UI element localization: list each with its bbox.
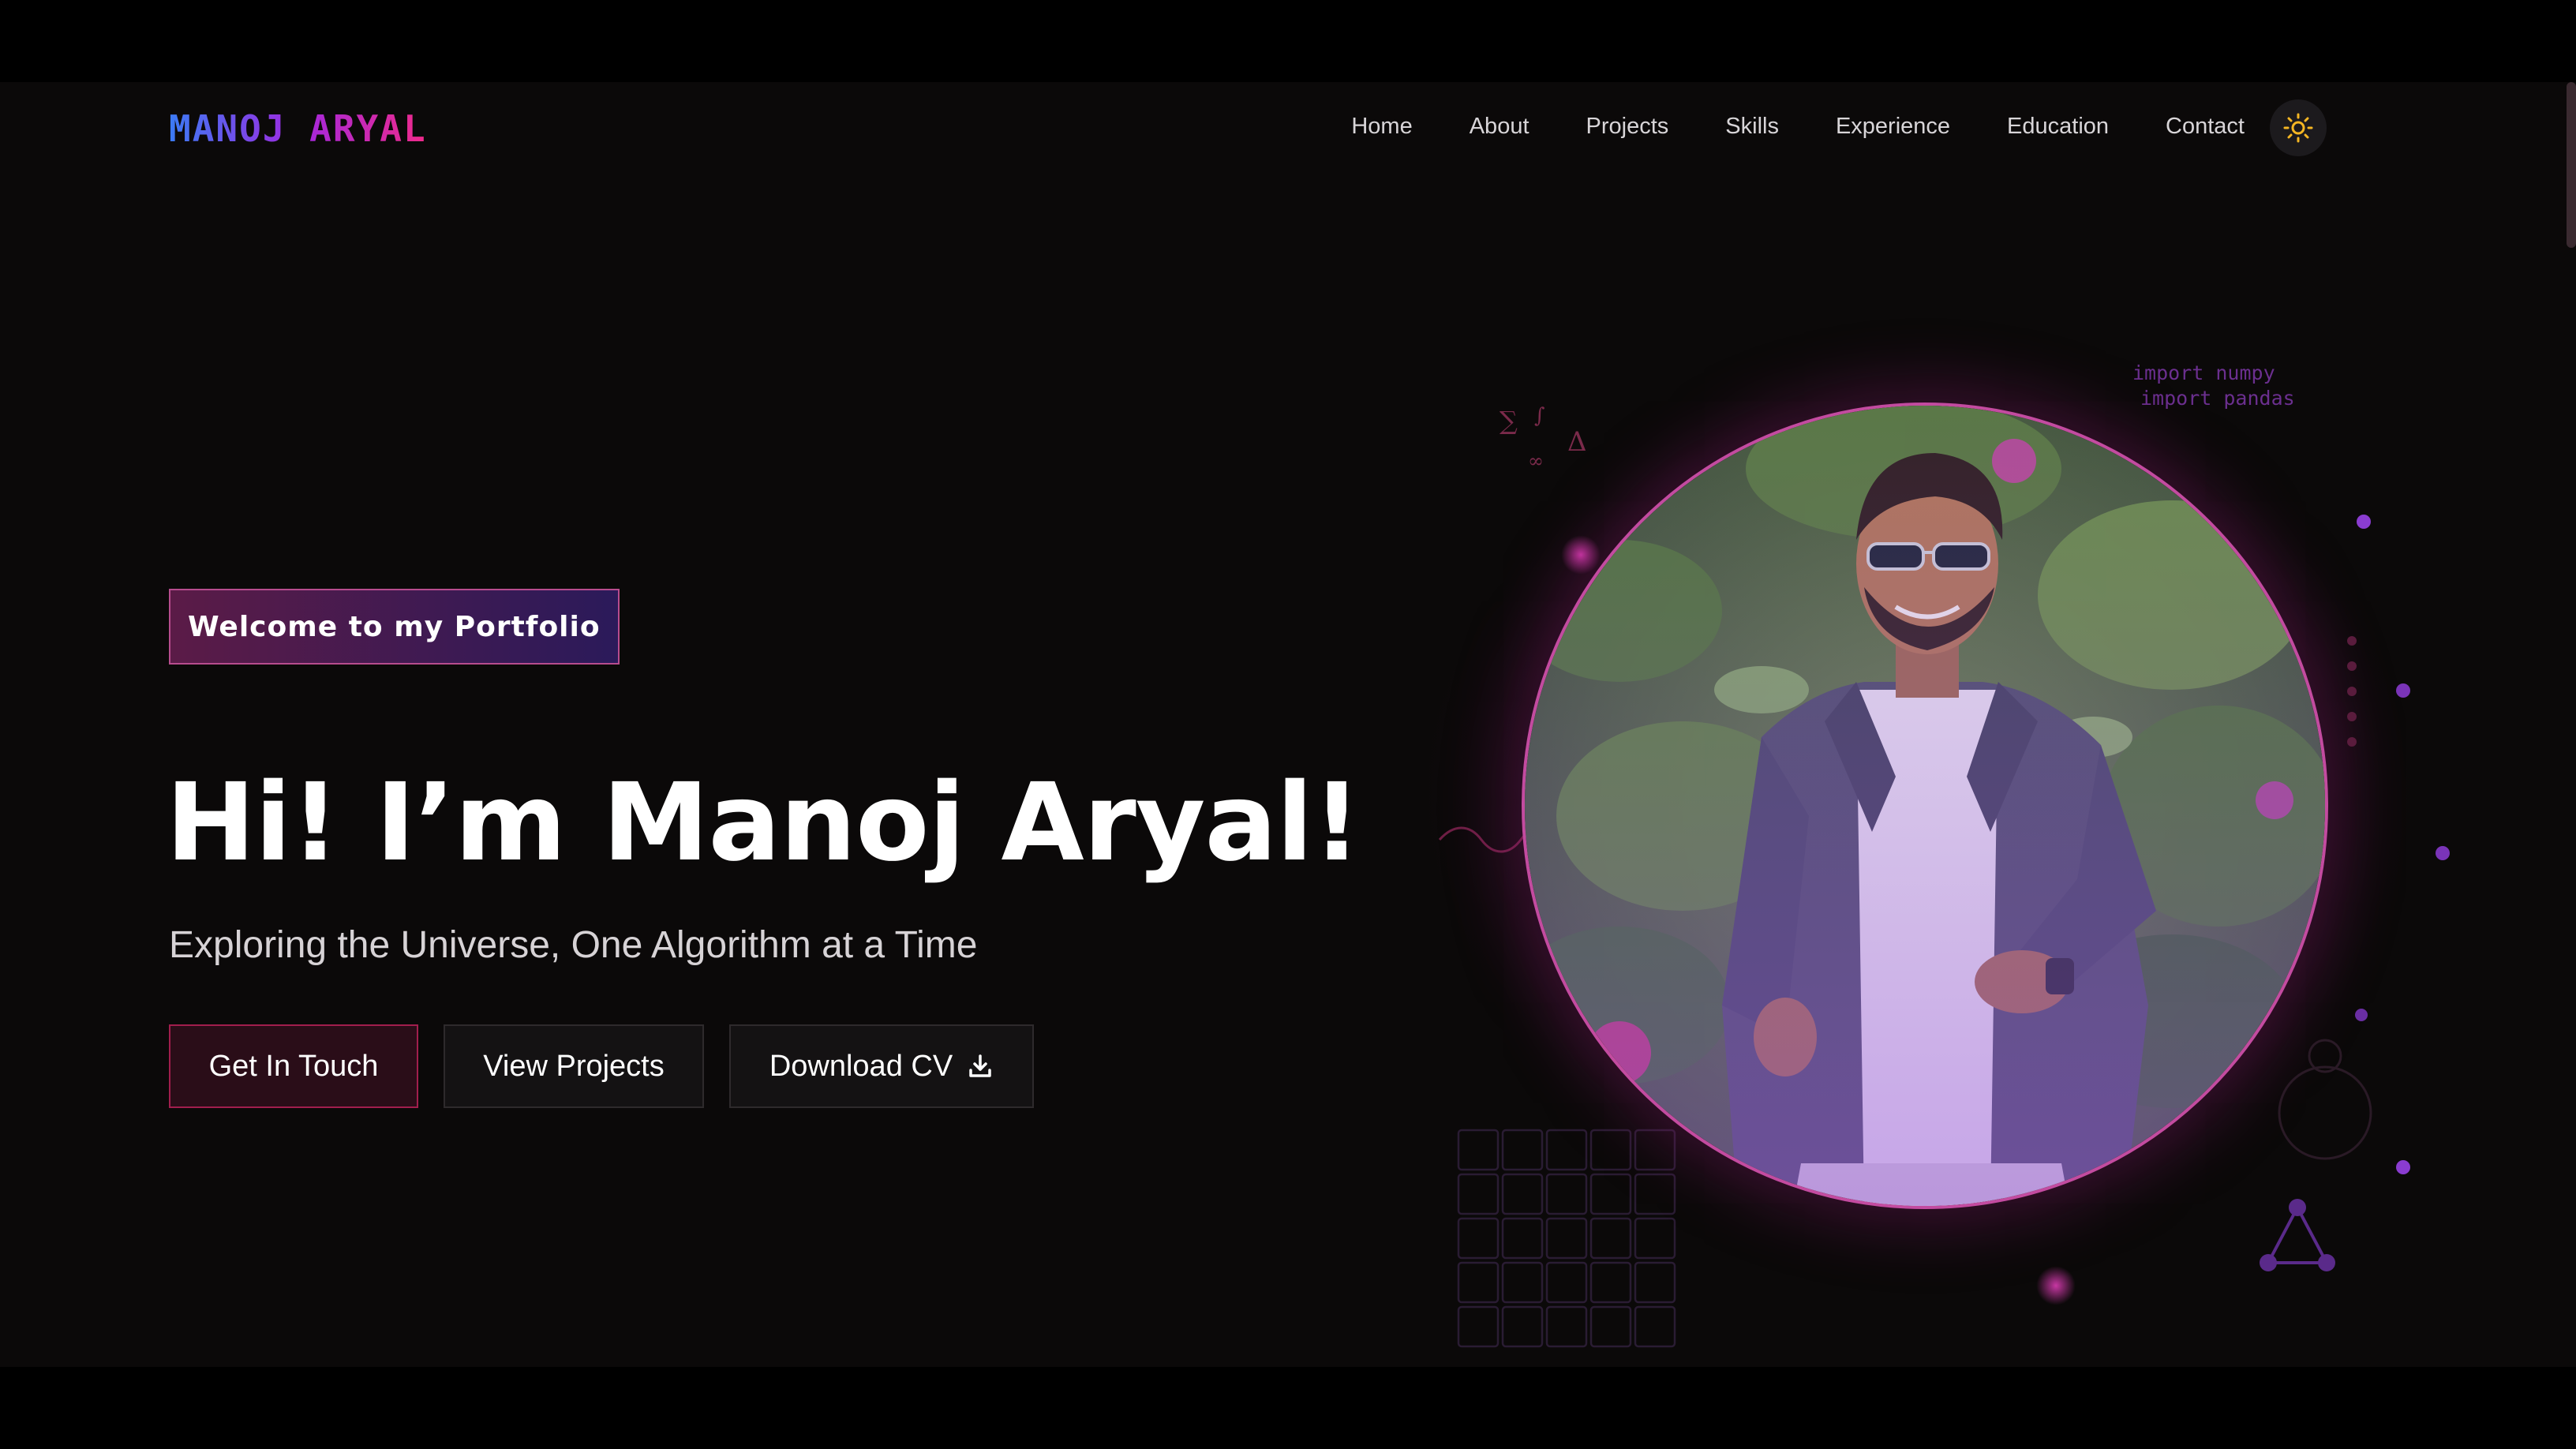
code-line-numpy: import numpy	[2132, 361, 2275, 384]
dot-decoration	[2355, 1009, 2368, 1021]
site-logo[interactable]: MANOJ ARYAL	[169, 107, 427, 150]
get-in-touch-button[interactable]: Get In Touch	[169, 1024, 418, 1108]
nav-about[interactable]: About	[1470, 114, 1530, 140]
profile-photo	[1522, 402, 2328, 1209]
sun-icon	[2283, 113, 2313, 143]
dot-decoration	[2436, 846, 2450, 860]
main-nav: Home About Projects Skills Experience Ed…	[1351, 114, 2245, 140]
download-icon	[969, 1054, 991, 1077]
scrollbar-thumb[interactable]	[2567, 82, 2576, 248]
nav-skills[interactable]: Skills	[1725, 114, 1779, 140]
dot-decoration	[2396, 1160, 2410, 1174]
delta-symbol: Δ	[1567, 426, 1587, 458]
grid-decoration	[1457, 1129, 1676, 1348]
integral-symbol: ∫	[1534, 404, 1545, 428]
dotted-line-decoration	[2347, 636, 2357, 747]
hero-tagline: Exploring the Universe, One Algorithm at…	[169, 924, 978, 966]
glow-orb	[2036, 1266, 2076, 1305]
nav-home[interactable]: Home	[1351, 114, 1412, 140]
download-cv-button[interactable]: Download CV	[729, 1024, 1034, 1108]
infinity-symbol: ∞	[1528, 450, 1544, 472]
welcome-badge-text: Welcome to my Portfolio	[188, 610, 601, 643]
nav-contact[interactable]: Contact	[2166, 114, 2245, 140]
view-projects-label: View Projects	[483, 1049, 665, 1083]
page-viewport: MANOJ ARYAL Home About Projects Skills E…	[0, 82, 2576, 1367]
nav-experience[interactable]: Experience	[1836, 114, 1950, 140]
hero-title: Hi! I’m Manoj Aryal!	[166, 761, 1361, 886]
dot-decoration	[2396, 683, 2410, 698]
network-triangle-decoration	[2260, 1199, 2335, 1271]
theme-toggle-button[interactable]	[2270, 99, 2327, 156]
nav-education[interactable]: Education	[2007, 114, 2109, 140]
code-line-pandas: import pandas	[2140, 387, 2295, 410]
glow-orb	[1561, 535, 1601, 575]
sigma-symbol: ∑	[1500, 406, 1518, 436]
scrollbar[interactable]	[2567, 82, 2576, 1367]
download-cv-label: Download CV	[769, 1049, 953, 1083]
nav-projects[interactable]: Projects	[1586, 114, 1669, 140]
welcome-badge: Welcome to my Portfolio	[169, 589, 620, 665]
view-projects-button[interactable]: View Projects	[444, 1024, 704, 1108]
circle-outline-decoration	[2278, 1039, 2372, 1160]
profile-photo-image	[1525, 406, 2325, 1206]
dot-decoration	[2357, 515, 2371, 529]
get-in-touch-label: Get In Touch	[208, 1049, 379, 1083]
